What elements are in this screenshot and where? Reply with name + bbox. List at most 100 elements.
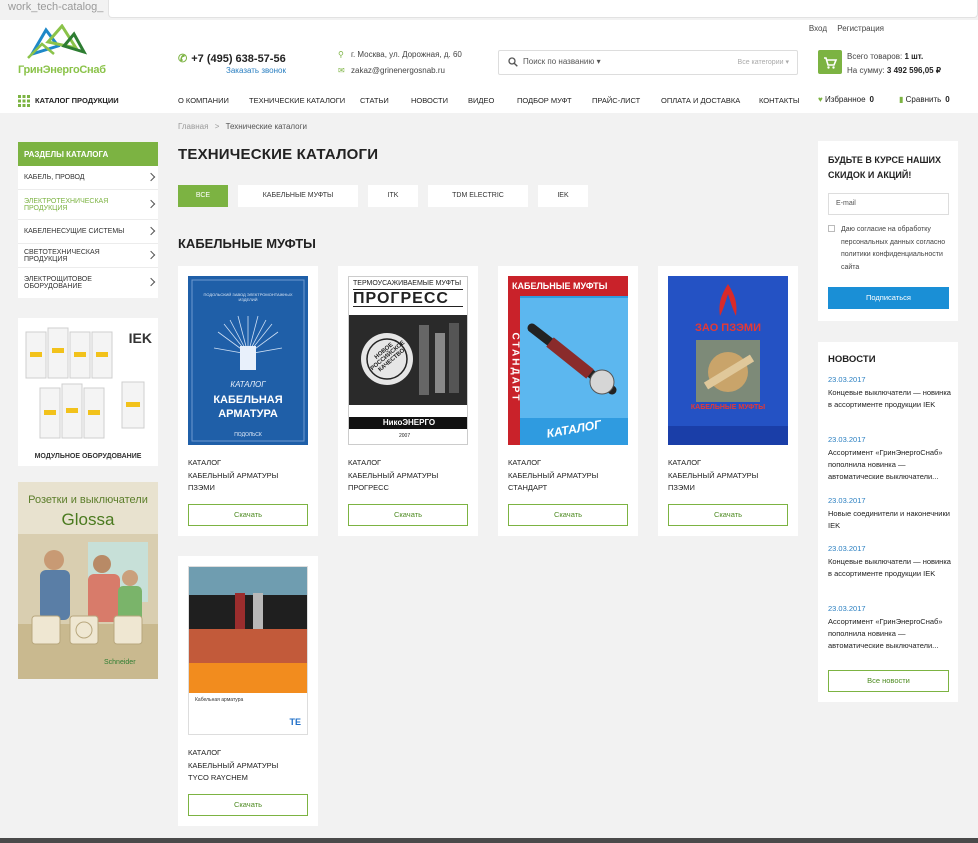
news-text: Ассортимент «ГринЭнергоСнаб» пополнила н… [828, 617, 943, 650]
consent-checkbox[interactable] [828, 225, 835, 232]
nav-video[interactable]: ВИДЕО [468, 96, 494, 105]
nav-news[interactable]: НОВОСТИ [411, 96, 448, 105]
filter-all[interactable]: ВСЕ [178, 185, 228, 207]
catalog-card: ТЕРМОУСАЖИВАЕМЫЕ МУФТЫ ПРОГРЕСС НОВОЕ РО… [338, 266, 478, 536]
download-button[interactable]: Скачать [188, 794, 308, 816]
search-input[interactable]: Поиск по названию ▾ [523, 57, 601, 66]
cover-top-text: КАБЕЛЬНЫЕ МУФТЫ [508, 276, 628, 296]
news-date: 23.03.2017 [828, 496, 866, 505]
breadcrumb: Главная > Технические каталоги [178, 122, 307, 131]
catalog-cover-image[interactable]: КАБЕЛЬНЫЕ МУФТЫ СТАНДАРТ КАТАЛОГ [508, 276, 628, 445]
heart-icon: ♥ [818, 95, 823, 104]
cover-title: АРМАТУРА [218, 408, 278, 420]
filter-tdm-electric[interactable]: TDM ELECTRIC [428, 185, 528, 207]
nav-about[interactable]: О КОМПАНИИ [178, 96, 229, 105]
callback-link[interactable]: Заказать звонок [226, 66, 286, 75]
chevron-right-icon [146, 172, 156, 181]
mail-icon: ✉ [338, 66, 345, 75]
breadcrumb-home[interactable]: Главная [178, 122, 208, 131]
consent-label: Даю согласие на обработку персональных д… [841, 226, 946, 271]
all-news-button[interactable]: Все новости [828, 670, 949, 692]
subscribe-button[interactable]: Подписаться [828, 287, 949, 309]
search-bar[interactable]: Поиск по названию ▾ Все категории ▾ [498, 50, 798, 75]
catalog-sections: РАЗДЕЛЫ КАТАЛОГА КАБЕЛЬ, ПРОВОД ЭЛЕКТРОТ… [18, 142, 158, 298]
logo-text: ГринЭнергоСнаб [18, 64, 106, 76]
login-link[interactable]: Вход [809, 24, 827, 33]
phone-icon: ✆ [178, 53, 188, 65]
news-text: Ассортимент «ГринЭнергоСнаб» пополнила н… [828, 448, 943, 481]
window-titlebar: work_tech-catalog_ [0, 0, 978, 20]
subscribe-title: БУДЬТЕ В КУРСЕ НАШИХ СКИДОК И АКЦИЙ! [828, 155, 941, 180]
search-category-select[interactable]: Все категории ▾ [738, 58, 789, 66]
download-button[interactable]: Скачать [188, 504, 308, 526]
news-title: НОВОСТИ [828, 354, 876, 365]
filter-cable-couplings[interactable]: КАБЕЛЬНЫЕ МУФТЫ [238, 185, 358, 207]
catalog-card: КАБЕЛЬНЫЕ МУФТЫ СТАНДАРТ КАТАЛОГ КАТАЛОГ… [498, 266, 638, 536]
news-text: Концевые выключатели — новинка в ассорти… [828, 388, 951, 409]
bar-chart-icon: ▮ [899, 95, 904, 104]
favorites-link[interactable]: ♥ Избранное 0 [818, 95, 874, 104]
cover-graphic [520, 298, 628, 418]
cover-title: КАБЕЛЬНАЯ [213, 394, 283, 406]
chevron-right-icon [146, 250, 156, 259]
iek-logo: IEK [128, 330, 152, 346]
register-link[interactable]: Регистрация [837, 24, 884, 33]
nav-coupling-selection[interactable]: ПОДБОР МУФТ [517, 96, 572, 105]
email[interactable]: ✉ zakaz@grinenergosnab.ru [338, 66, 445, 75]
section-item-cable[interactable]: КАБЕЛЬ, ПРОВОД [18, 166, 158, 190]
cover-side-text: СТАНДАРТ [509, 332, 521, 403]
nav-price-list[interactable]: ПРАЙС-ЛИСТ [592, 96, 640, 105]
news-item[interactable]: 23.03.2017 Новые соединители и наконечни… [828, 495, 953, 532]
cover-graphic [189, 567, 307, 663]
news-date: 23.03.2017 [828, 375, 866, 384]
catalog-menu-button[interactable]: КАТАЛОГ ПРОДУКЦИИ [18, 95, 119, 107]
catalog-title: КАТАЛОГ КАБЕЛЬНЫЙ АРМАТУРЫ ПЗЭМИ [188, 458, 279, 492]
address-bar[interactable] [108, 0, 978, 18]
section-item-lighting[interactable]: СВЕТОТЕХНИЧЕСКАЯ ПРОДУКЦИЯ [18, 244, 158, 268]
news-item[interactable]: 23.03.2017 Ассортимент «ГринЭнергоСнаб» … [828, 434, 953, 483]
nav-contacts[interactable]: КОНТАКТЫ [759, 96, 799, 105]
cover-title: ЗАО ПЗЭМИ [695, 322, 761, 334]
iek-modular-banner[interactable]: IEK МОДУЛЬНОЕ ОБОРУДОВАНИЕ [18, 318, 158, 466]
banner-subtitle: Розетки и выключатели [28, 494, 148, 506]
location-pin-icon: ⚲ [338, 50, 344, 59]
download-button[interactable]: Скачать [668, 504, 788, 526]
catalog-title: КАТАЛОГ КАБЕЛЬНЫЙ АРМАТУРЫ СТАНДАРТ [508, 458, 599, 492]
section-item-cable-support[interactable]: КАБЕЛЕНЕСУЩИЕ СИСТЕМЫ [18, 220, 158, 244]
section-item-electrical[interactable]: ЭЛЕКТРОТЕХНИЧЕСКАЯ ПРОДУКЦИЯ [18, 190, 158, 220]
cart-total-sum: На сумму: 3 492 596,05 ₽ [847, 66, 941, 75]
glossa-banner[interactable]: Schneider Розетки и выключатели Glossa [18, 482, 158, 679]
news-date: 23.03.2017 [828, 544, 866, 553]
news-item[interactable]: 23.03.2017 Концевые выключатели — новинк… [828, 543, 953, 580]
download-button[interactable]: Скачать [508, 504, 628, 526]
catalog-card: ПОДОЛЬСКИЙ ЗАВОД ЭЛЕКТРОМОНТАЖНЫХ ИЗДЕЛИ… [178, 266, 318, 536]
chevron-right-icon [146, 226, 156, 235]
breadcrumb-current: Технические каталоги [225, 122, 308, 131]
download-button[interactable]: Скачать [348, 504, 468, 526]
nav-articles[interactable]: СТАТЬИ [360, 96, 389, 105]
section-item-switchgear[interactable]: ЭЛЕКТРОЩИТОВОЕ ОБОРУДОВАНИЕ [18, 268, 158, 298]
catalog-cover-image[interactable]: ПОДОЛЬСКИЙ ЗАВОД ЭЛЕКТРОМОНТАЖНЫХ ИЗДЕЛИ… [188, 276, 308, 445]
catalog-cover-image[interactable]: Кабельная арматура TE [188, 566, 308, 735]
catalog-title: КАТАЛОГ КАБЕЛЬНЫЙ АРМАТУРЫ ПРОГРЕСС [348, 458, 439, 492]
news-item[interactable]: 23.03.2017 Концевые выключатели — новинк… [828, 374, 953, 411]
nav-payment-delivery[interactable]: ОПЛАТА И ДОСТАВКА [661, 96, 740, 105]
news-widget: НОВОСТИ 23.03.2017 Концевые выключатели … [818, 342, 958, 702]
cart-button[interactable] [818, 50, 842, 74]
cover-top-text: ПОДОЛЬСКИЙ ЗАВОД ЭЛЕКТРОМОНТАЖНЫХ ИЗДЕЛИ… [203, 292, 293, 302]
nav-tech-catalogs[interactable]: ТЕХНИЧЕСКИЕ КАТАЛОГИ [249, 96, 345, 105]
filter-itk[interactable]: ITK [368, 185, 418, 207]
compare-link[interactable]: ▮ Сравнить 0 [899, 95, 950, 104]
catalog-cover-image[interactable]: ТЕРМОУСАЖИВАЕМЫЕ МУФТЫ ПРОГРЕСС НОВОЕ РО… [348, 276, 468, 445]
news-item[interactable]: 23.03.2017 Ассортимент «ГринЭнергоСнаб» … [828, 603, 953, 652]
address: ⚲ г. Москва, ул. Дорожная, д. 60 [338, 50, 462, 59]
catalog-cover-image[interactable]: ЗАО ПЗЭМИ КАБЕЛЬНЫЕ МУФТЫ [668, 276, 788, 445]
email-field[interactable]: E-mail [828, 193, 949, 215]
phone-number[interactable]: ✆ +7 (495) 638-57-56 [178, 52, 286, 65]
bottom-scroll-strip [0, 838, 978, 843]
cover-caption: Кабельная арматура [195, 697, 244, 703]
cover-year: 2007 [399, 433, 411, 439]
filter-iek[interactable]: IEK [538, 185, 588, 207]
news-date: 23.03.2017 [828, 435, 866, 444]
site-logo[interactable]: ГринЭнергоСнаб [18, 23, 106, 80]
